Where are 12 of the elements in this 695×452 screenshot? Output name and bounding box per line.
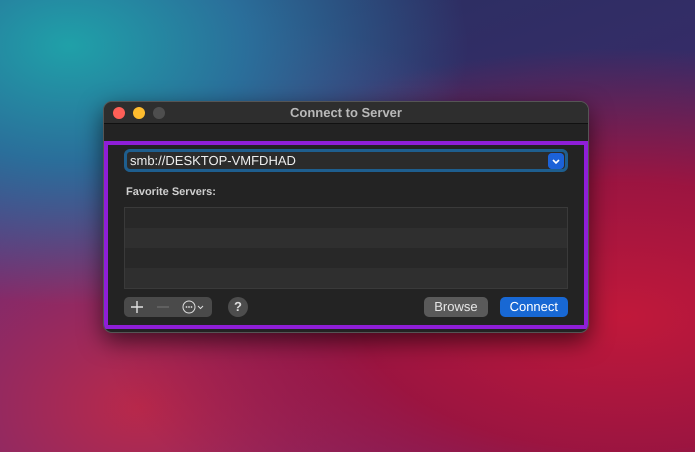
close-icon[interactable] (113, 107, 125, 119)
help-button[interactable]: ? (228, 296, 248, 316)
chevron-down-icon[interactable] (548, 153, 564, 169)
minimize-icon[interactable] (133, 107, 145, 119)
window-title: Connect to Server (290, 105, 402, 120)
favorites-label: Favorite Servers: (126, 185, 217, 200)
browse-button[interactable]: Browse (424, 296, 488, 316)
plus-icon[interactable] (131, 300, 143, 312)
more-options-icon[interactable] (182, 300, 206, 314)
zoom-icon (153, 107, 165, 119)
connect-button[interactable]: Connect (500, 296, 568, 316)
address-field[interactable]: smb://DESKTOP-VMFDHAD (124, 149, 568, 172)
